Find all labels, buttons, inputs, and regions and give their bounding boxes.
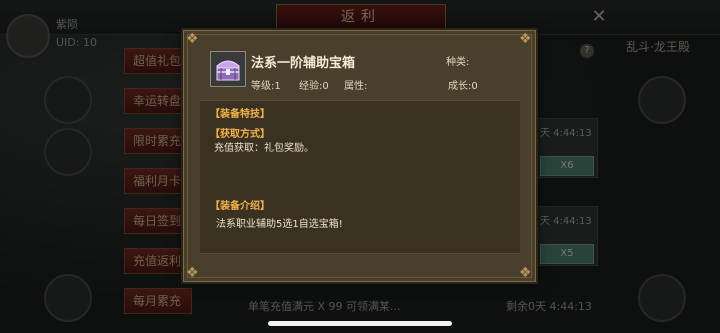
home-indicator[interactable] <box>268 321 452 326</box>
level-value: 1 <box>274 81 281 92</box>
growth-stat: 成长:0 <box>448 77 478 92</box>
attr-label: 属性: <box>344 81 368 92</box>
growth-label: 成长: <box>448 81 472 92</box>
level-stat: 等级:1 <box>251 77 281 92</box>
attr-stat: 属性: <box>344 77 367 92</box>
level-label: 等级: <box>251 81 275 92</box>
exp-value: 0 <box>322 81 329 92</box>
source-section-title: 【获取方式】 <box>210 129 270 140</box>
corner-ornament-icon: ❖ <box>186 265 199 281</box>
source-text: 充值获取：礼包奖励。 <box>214 143 314 154</box>
corner-ornament-icon: ❖ <box>186 31 199 47</box>
treasure-chest-icon <box>210 51 246 87</box>
exp-label: 经验: <box>299 81 323 92</box>
item-name: 法系一阶辅助宝箱 <box>251 56 356 71</box>
intro-section-title: 【装备介绍】 <box>210 201 270 212</box>
growth-value: 0 <box>471 81 478 92</box>
kind-stat: 种类: <box>446 53 469 68</box>
item-description-panel: 【装备特技】 【获取方式】 充值获取：礼包奖励。 【装备介绍】 法系职业辅助5选… <box>200 100 520 254</box>
intro-text: 法系职业辅助5选1自选宝箱! <box>216 219 343 230</box>
item-detail-popup: ❖ ❖ ❖ ❖ 法系一阶辅助宝箱 等级:1 经验:0 属性: 成长:0 种类: … <box>183 30 536 282</box>
corner-ornament-icon: ❖ <box>519 265 532 281</box>
exp-stat: 经验:0 <box>299 77 329 92</box>
skill-section-title: 【装备特技】 <box>210 109 270 120</box>
corner-ornament-icon: ❖ <box>519 31 532 47</box>
kind-label: 种类: <box>446 57 470 68</box>
